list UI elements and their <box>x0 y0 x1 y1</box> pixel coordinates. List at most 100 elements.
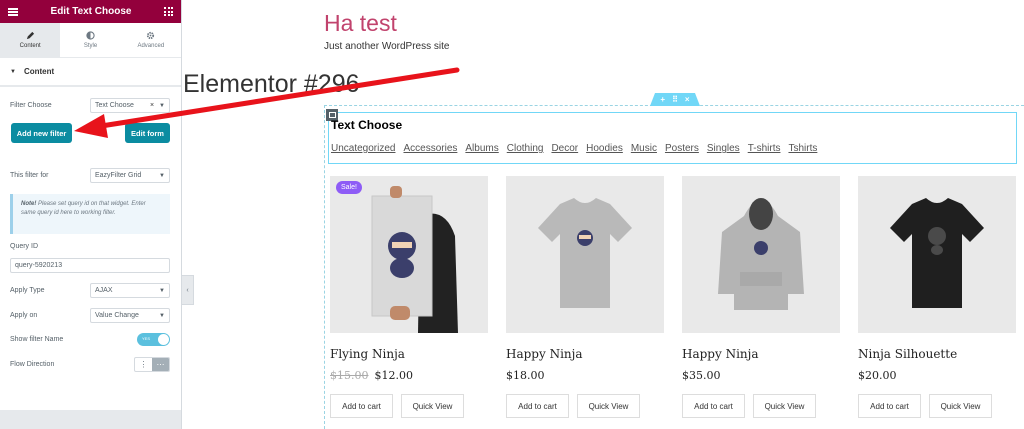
panel-title: Edit Text Choose <box>50 6 132 17</box>
filter-link[interactable]: Albums <box>465 143 498 154</box>
filter-choose-select[interactable]: Text Choose × ▼ <box>90 98 170 113</box>
filter-link[interactable]: Decor <box>551 143 578 154</box>
query-id-value: query-5920213 <box>15 262 63 269</box>
flow-direction-row: Flow Direction ⋮ ⋯ <box>10 357 170 372</box>
section-handle[interactable]: + ⠿ × <box>650 93 700 106</box>
current-price: $12.00 <box>374 369 414 382</box>
quick-view-button[interactable]: Quick View <box>401 394 464 418</box>
show-filter-name-toggle[interactable]: YES <box>137 333 170 346</box>
query-id-label: Query ID <box>10 243 39 250</box>
this-filter-for-row: This filter for EazyFilter Grid ▼ <box>10 168 170 183</box>
widget-title: Text Choose <box>331 118 403 132</box>
caret-down-icon: ▼ <box>10 68 16 75</box>
tab-advanced-label: Advanced <box>137 43 165 49</box>
this-filter-for-select[interactable]: EazyFilter Grid ▼ <box>90 168 170 183</box>
chevron-down-icon: ▼ <box>159 102 165 109</box>
content-section-toggle[interactable]: ▼ Content <box>0 58 181 86</box>
elementor-panel: Edit Text Choose Content Style Advanced … <box>0 0 182 429</box>
this-filter-for-value: EazyFilter Grid <box>95 172 142 179</box>
tab-content[interactable]: Content <box>0 23 61 57</box>
horizontal-dots-icon[interactable]: ⋯ <box>152 358 169 371</box>
product-name[interactable]: Happy Ninja <box>682 347 840 361</box>
filter-link[interactable]: Clothing <box>507 143 544 154</box>
product-price: $35.00 <box>682 369 840 382</box>
filter-link[interactable]: Music <box>631 143 657 154</box>
product-image[interactable] <box>858 176 1016 333</box>
toggle-knob <box>158 334 169 345</box>
query-id-note: Note! Please set query id on that widget… <box>10 194 170 234</box>
panel-header: Edit Text Choose <box>0 0 181 23</box>
filter-link[interactable]: Uncategorized <box>331 143 395 154</box>
show-filter-name-label: Show filter Name <box>10 336 64 343</box>
chevron-down-icon: ▼ <box>159 287 165 294</box>
quick-view-button[interactable]: Quick View <box>577 394 640 418</box>
vertical-dots-icon[interactable]: ⋮ <box>135 358 152 371</box>
menu-icon[interactable] <box>8 7 18 16</box>
close-icon[interactable]: × <box>685 95 690 104</box>
product-image[interactable]: Sale! <box>330 176 488 333</box>
product-image[interactable] <box>682 176 840 333</box>
apply-type-value: AJAX <box>95 287 113 294</box>
current-price: $18.00 <box>506 369 545 382</box>
apply-type-select[interactable]: AJAX ▼ <box>90 283 170 298</box>
note-title: Note! <box>21 201 37 207</box>
tshirt-photo <box>538 198 632 308</box>
filter-link[interactable]: Hoodies <box>586 143 623 154</box>
product-image[interactable] <box>506 176 664 333</box>
clear-icon[interactable]: × <box>150 102 154 109</box>
product-price: $20.00 <box>858 369 1016 382</box>
page-title: Elementor #296 <box>183 70 360 98</box>
old-price: $15.00 <box>330 369 369 382</box>
quick-view-button[interactable]: Quick View <box>929 394 992 418</box>
controls-area: Filter Choose Text Choose × ▼ Add new fi… <box>0 87 181 410</box>
filter-link[interactable]: Accessories <box>403 143 457 154</box>
hoodie-photo <box>718 198 804 310</box>
tab-style-label: Style <box>83 43 98 49</box>
add-to-cart-button[interactable]: Add to cart <box>682 394 745 418</box>
add-icon[interactable]: + <box>660 95 665 104</box>
drag-handle-icon[interactable]: ⠿ <box>672 95 678 104</box>
apply-type-label: Apply Type <box>10 287 45 294</box>
this-filter-for-label: This filter for <box>10 172 49 179</box>
add-new-filter-button[interactable]: Add new filter <box>11 123 72 143</box>
filter-link[interactable]: Tshirts <box>788 143 817 154</box>
current-price: $20.00 <box>858 369 897 382</box>
apply-on-row: Apply on Value Change ▼ <box>10 308 170 323</box>
apply-on-label: Apply on <box>10 312 38 319</box>
add-to-cart-button[interactable]: Add to cart <box>330 394 393 418</box>
black-tshirt-photo <box>890 198 984 308</box>
site-description: Just another WordPress site <box>324 41 450 52</box>
add-to-cart-button[interactable]: Add to cart <box>506 394 569 418</box>
site-title[interactable]: Ha test <box>324 10 397 37</box>
gear-icon <box>147 31 155 40</box>
panel-collapse-button[interactable]: ‹ <box>182 275 194 305</box>
show-filter-name-row: Show filter Name YES <box>10 333 170 346</box>
toggle-text: YES <box>142 336 151 341</box>
flow-direction-choices: ⋮ ⋯ <box>134 357 170 372</box>
apply-on-value: Value Change <box>95 312 139 319</box>
sale-badge: Sale! <box>336 181 362 194</box>
product-name[interactable]: Happy Ninja <box>506 347 664 361</box>
edit-form-button[interactable]: Edit form <box>125 123 170 143</box>
add-to-cart-button[interactable]: Add to cart <box>858 394 921 418</box>
widget-outline <box>328 112 1017 164</box>
product-card: Ninja Silhouette $20.00 Add to cart Quic… <box>858 176 1016 418</box>
flow-direction-label: Flow Direction <box>10 361 55 368</box>
quick-view-button[interactable]: Quick View <box>753 394 816 418</box>
product-price: $15.00 $12.00 <box>330 369 488 382</box>
widgets-grid-icon[interactable] <box>164 7 173 16</box>
product-card: Happy Ninja $35.00 Add to cart Quick Vie… <box>682 176 840 418</box>
product-name[interactable]: Flying Ninja <box>330 347 488 361</box>
apply-on-select[interactable]: Value Change ▼ <box>90 308 170 323</box>
filter-choose-value: Text Choose <box>95 102 134 109</box>
poster-photo <box>371 186 458 333</box>
tab-style[interactable]: Style <box>60 23 120 57</box>
filter-link[interactable]: Posters <box>665 143 699 154</box>
filter-links: Uncategorized Accessories Albums Clothin… <box>331 143 817 154</box>
panel-tabs: Content Style Advanced <box>0 23 181 58</box>
query-id-input[interactable]: query-5920213 <box>10 258 170 273</box>
tab-advanced[interactable]: Advanced <box>121 23 181 57</box>
filter-link[interactable]: Singles <box>707 143 740 154</box>
filter-link[interactable]: T-shirts <box>748 143 781 154</box>
product-name[interactable]: Ninja Silhouette <box>858 347 1016 361</box>
